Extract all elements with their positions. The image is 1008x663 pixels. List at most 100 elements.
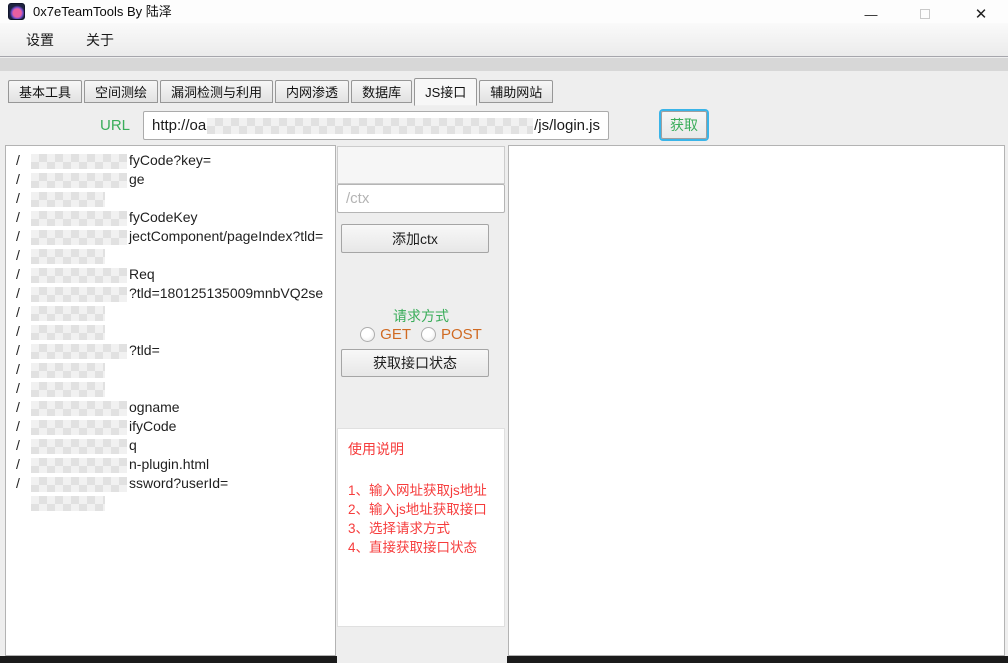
instructions-panel: 使用说明 1、输入网址获取js地址2、输入js地址获取接口3、选择请求方式4、直… [337,428,505,627]
radio-icon[interactable] [360,327,375,342]
path-suffix: Req [129,266,155,282]
path-prefix: / [16,455,25,474]
list-item[interactable]: / Req [16,265,335,284]
instruction-step: 3、选择请求方式 [348,519,504,538]
redacted-mosaic [31,458,127,473]
window-edge-right [507,656,1008,663]
redacted-mosaic [31,154,127,169]
redacted-mosaic [31,439,127,454]
list-item[interactable]: / jectComponent/pageIndex?tld= [16,227,335,246]
method-option-post[interactable]: POST [421,326,482,343]
list-item[interactable]: /ge [16,170,335,189]
tab-6[interactable]: JS接口 [414,78,477,106]
tab-1[interactable]: 基本工具 [8,80,82,103]
tab-3[interactable]: 漏洞检测与利用 [160,80,273,103]
fetch-button[interactable]: 获取 [661,111,707,139]
path-suffix: fyCodeKey [129,209,197,225]
path-prefix: / [16,284,25,303]
redacted-mosaic [31,363,105,378]
add-ctx-button[interactable]: 添加ctx [341,224,489,253]
url-label: URL [100,112,136,139]
window-title: 0x7eTeamTools By 陆泽 [33,0,172,23]
redacted-mosaic [31,344,127,359]
redacted-mosaic [31,173,127,188]
path-prefix: / [16,151,25,170]
list-item[interactable]: /?tld= [16,341,335,360]
request-method-label: 请求方式 [337,306,505,326]
list-item[interactable]: / [16,379,335,398]
redacted-mosaic [31,249,105,264]
redacted-mosaic [31,401,127,416]
app-icon [8,3,25,20]
path-prefix: / [16,170,25,189]
url-input[interactable]: http://oa /js/login.js [143,111,609,140]
redacted-mosaic [31,496,105,511]
list-item[interactable]: / [16,360,335,379]
window-edge-left [0,656,337,663]
list-item[interactable]: / [16,322,335,341]
redacted-mosaic [31,287,127,302]
path-prefix: / [16,208,25,227]
instructions-steps: 1、输入网址获取js地址2、输入js地址获取接口3、选择请求方式4、直接获取接口… [348,481,504,557]
list-item[interactable]: / ?tld=180125135009mnbVQ2se [16,284,335,303]
instruction-step: 4、直接获取接口状态 [348,538,504,557]
path-prefix: / [16,189,25,208]
path-prefix: / [16,379,25,398]
redacted-mosaic [31,230,127,245]
list-item[interactable]: /ogname [16,398,335,417]
menu-item-2[interactable]: 关于 [76,24,124,56]
menu-item-1[interactable]: 设置 [16,24,64,56]
redacted-mosaic [31,325,105,340]
path-suffix: ogname [129,399,180,415]
path-suffix: jectComponent/pageIndex?tld= [129,228,323,244]
maximize-icon [920,9,930,19]
redacted-mosaic [207,118,533,134]
redacted-mosaic [31,268,127,283]
minimize-icon: — [865,7,878,22]
js-path-list[interactable]: /fyCode?key=/ge//fyCodeKey/jectComponent… [5,145,336,656]
list-item[interactable]: / [16,303,335,322]
title-bar: 0x7eTeamTools By 陆泽 — ✕ [0,0,1008,23]
app-window: 0x7eTeamTools By 陆泽 — ✕ 设置关于 基本工具空间测绘漏洞检… [0,0,1008,663]
tab-4[interactable]: 内网渗透 [275,80,349,103]
radio-icon[interactable] [421,327,436,342]
path-suffix: ifyCode [129,418,176,434]
path-prefix: / [16,303,25,322]
tab-2[interactable]: 空间测绘 [84,80,158,103]
get-api-status-button[interactable]: 获取接口状态 [341,349,489,377]
instructions-title: 使用说明 [348,439,504,459]
list-item[interactable] [16,493,335,512]
list-item[interactable]: /ssword?userId= [16,474,335,493]
redacted-mosaic [31,211,127,226]
list-item[interactable]: / fyCodeKey [16,208,335,227]
tab-strip: 基本工具空间测绘漏洞检测与利用内网渗透数据库JS接口辅助网站 [8,78,555,103]
path-prefix: / [16,341,25,360]
list-item[interactable]: / [16,189,335,208]
method-option-get[interactable]: GET [360,326,411,343]
path-prefix: / [16,265,25,284]
menu-bar: 设置关于 [0,23,1008,57]
list-item[interactable]: / n-plugin.html [16,455,335,474]
ctx-result-box [337,146,505,184]
path-suffix: fyCode?key= [129,152,211,168]
list-item[interactable]: /ifyCode [16,417,335,436]
path-prefix: / [16,227,25,246]
path-suffix: n-plugin.html [129,456,209,472]
list-item[interactable]: / fyCode?key= [16,151,335,170]
path-prefix: / [16,246,25,265]
ctx-input[interactable] [337,184,505,213]
tab-5[interactable]: 数据库 [351,80,412,103]
results-panel[interactable] [508,145,1005,656]
redacted-mosaic [31,382,105,397]
tab-7[interactable]: 辅助网站 [479,80,553,103]
redacted-mosaic [31,477,127,492]
redacted-mosaic [31,192,105,207]
url-value-prefix: http://oa [152,117,206,134]
request-method-group: GET POST [337,326,505,343]
path-prefix: / [16,436,25,455]
path-prefix: / [16,474,25,493]
list-item[interactable]: / [16,246,335,265]
path-suffix: ?tld=180125135009mnbVQ2se [129,285,323,301]
radio-label: POST [441,326,482,343]
list-item[interactable]: /q [16,436,335,455]
